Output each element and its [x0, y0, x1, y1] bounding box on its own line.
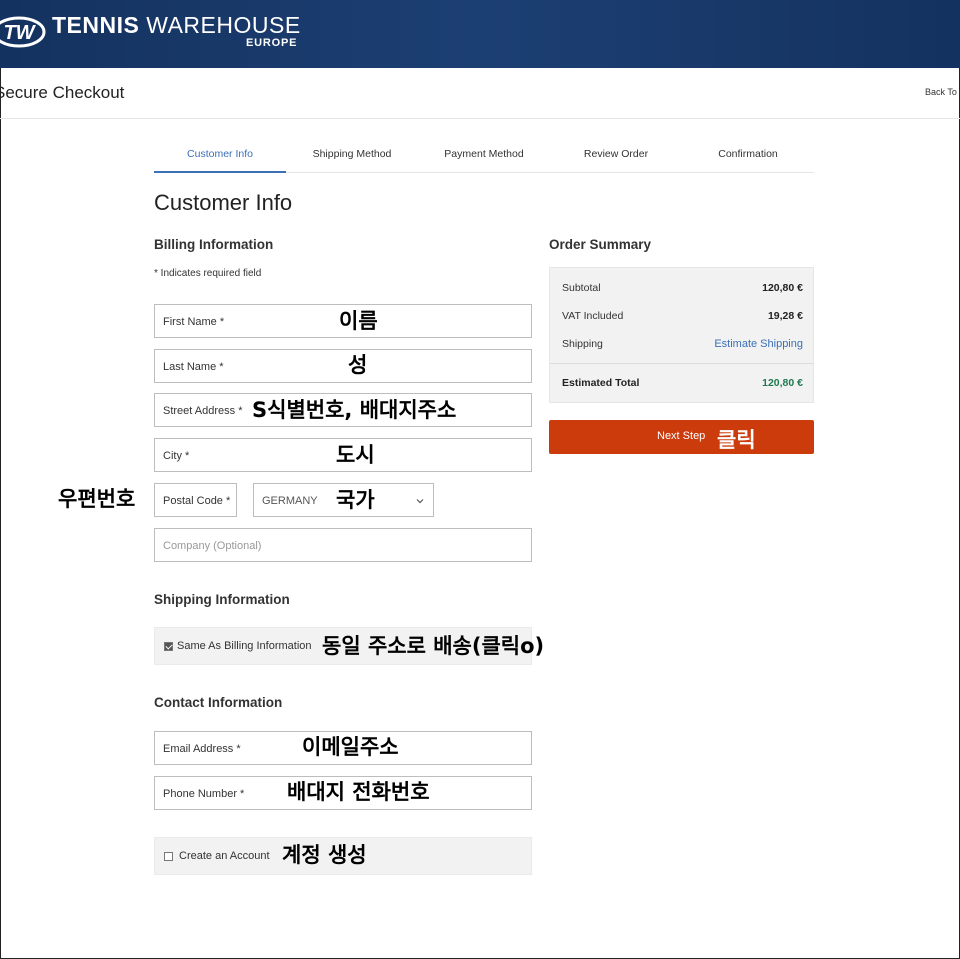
same-as-billing-label: Same As Billing Information — [177, 640, 312, 652]
annotation-phone: 배대지 전화번호 — [287, 780, 430, 804]
company-input[interactable]: Company (Optional) — [154, 528, 532, 562]
phone-label: Phone Number * — [163, 788, 245, 800]
vat-value: 19,28 € — [767, 310, 803, 322]
company-placeholder: Company (Optional) — [163, 540, 262, 552]
first-name-label: First Name * — [163, 316, 225, 328]
total-value: 120,80 € — [762, 377, 803, 389]
shipping-label: Shipping — [562, 338, 603, 350]
estimate-shipping-link[interactable]: Estimate Shipping — [714, 338, 803, 350]
site-header: TW TENNIS WAREHOUSE EUROPE — [0, 0, 960, 68]
step-shipping-method[interactable]: Shipping Method — [286, 132, 418, 173]
checkout-subheader: Secure Checkout Back To Cart — [0, 68, 960, 119]
required-field-note: * Indicates required field — [154, 268, 262, 279]
tw-logo-icon[interactable]: TW — [0, 15, 46, 49]
vat-label: VAT Included — [562, 310, 624, 322]
brand-name[interactable]: TENNIS WAREHOUSE — [52, 12, 301, 39]
billing-heading: Billing Information — [154, 237, 274, 252]
logo-text: TW — [3, 22, 36, 44]
summary-vat-row: VAT Included 19,28 € — [562, 310, 803, 322]
back-to-cart-link[interactable]: Back To Cart — [925, 87, 960, 97]
step-customer-info[interactable]: Customer Info — [154, 132, 286, 173]
summary-subtotal-row: Subtotal 120,80 € — [562, 282, 803, 294]
annotation-email: 이메일주소 — [302, 735, 399, 759]
step-review-order[interactable]: Review Order — [550, 132, 682, 173]
step-confirmation[interactable]: Confirmation — [682, 132, 814, 173]
brand-name-bold: TENNIS — [52, 12, 140, 38]
annotation-first-name: 이름 — [339, 309, 378, 333]
order-summary-heading: Order Summary — [549, 237, 652, 252]
annotation-next-step: 클릭 — [717, 428, 756, 452]
annotation-city: 도시 — [336, 443, 375, 467]
annotation-create-account: 계정 생성 — [282, 843, 367, 867]
chevron-down-icon — [416, 499, 424, 504]
summary-total-row: Estimated Total 120,80 € — [562, 377, 803, 389]
annotation-same-as-billing: 동일 주소로 배송(클릭o) — [322, 634, 545, 658]
total-label: Estimated Total — [562, 377, 640, 389]
checkout-steps: Customer Info Shipping Method Payment Me… — [154, 132, 814, 173]
street-address-label: Street Address * — [163, 405, 243, 417]
last-name-label: Last Name * — [163, 361, 224, 373]
country-value: GERMANY — [262, 495, 318, 507]
create-account-label: Create an Account — [179, 850, 270, 862]
annotation-postal-code: 우편번호 — [58, 487, 136, 511]
annotation-country: 국가 — [336, 488, 375, 512]
subtotal-value: 120,80 € — [762, 282, 803, 294]
annotation-street-address: S식별번호, 배대지주소 — [252, 398, 457, 422]
contact-heading: Contact Information — [154, 695, 283, 710]
secure-checkout-title: Secure Checkout — [0, 83, 125, 102]
annotation-last-name: 성 — [348, 353, 368, 377]
brand-region: EUROPE — [246, 37, 298, 49]
summary-shipping-row: Shipping Estimate Shipping — [562, 338, 803, 350]
city-label: City * — [163, 450, 190, 462]
email-label: Email Address * — [163, 743, 241, 755]
subtotal-label: Subtotal — [562, 282, 601, 294]
brand-name-light: WAREHOUSE — [146, 12, 301, 38]
step-payment-method[interactable]: Payment Method — [418, 132, 550, 173]
shipping-heading: Shipping Information — [154, 592, 290, 607]
same-as-billing-checkbox[interactable] — [164, 642, 173, 651]
order-summary-box: Subtotal 120,80 € VAT Included 19,28 € S… — [549, 267, 814, 403]
next-step-button[interactable]: Next Step 클릭 — [549, 420, 814, 454]
summary-divider — [550, 363, 813, 364]
page-title: Customer Info — [154, 190, 293, 215]
next-step-label: Next Step — [657, 430, 706, 442]
postal-code-label: Postal Code * — [163, 495, 231, 507]
create-account-checkbox[interactable] — [164, 852, 173, 861]
postal-code-input[interactable]: Postal Code * — [154, 483, 237, 517]
last-name-input[interactable]: Last Name * — [154, 349, 532, 383]
